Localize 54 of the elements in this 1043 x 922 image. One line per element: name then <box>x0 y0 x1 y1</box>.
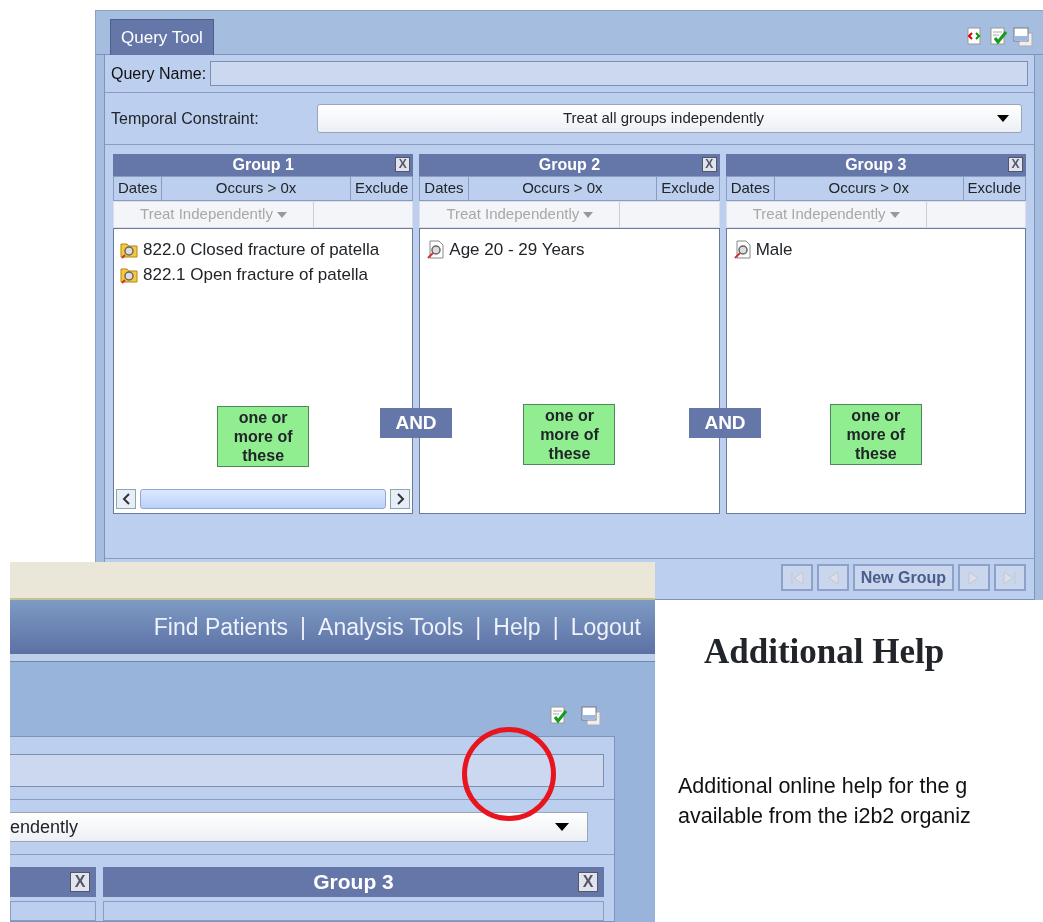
and-connector: AND <box>689 408 761 438</box>
temporal-constraint-label: Temporal Constraint: <box>111 108 259 129</box>
group-title: Group 1 <box>232 155 294 175</box>
concept-item[interactable]: 822.1 Open fracture of patella <box>143 262 368 287</box>
separator: | <box>475 612 482 642</box>
close-button[interactable]: X <box>1008 157 1023 172</box>
group-title: Group 3 <box>313 869 394 896</box>
horizontal-scrollbar[interactable] <box>116 487 411 511</box>
document-icon <box>732 240 752 259</box>
query-tool-tab[interactable]: Query Tool <box>110 18 214 55</box>
caret-icon <box>555 823 569 831</box>
hint-label: one or more of these <box>829 404 922 465</box>
group-title: Group 3 <box>845 155 907 175</box>
column-header[interactable]: Occurs > 0x <box>162 177 351 200</box>
query-name-label: Query Name: <box>111 63 207 84</box>
column-header[interactable]: Occurs > 0x <box>468 177 658 200</box>
temporal-constraint-dropdown[interactable]: endently <box>10 812 588 842</box>
checked-document-icon[interactable] <box>989 26 1007 45</box>
column-header[interactable]: Exclude <box>657 177 719 200</box>
close-button[interactable]: X <box>70 872 90 892</box>
close-button[interactable]: X <box>395 157 411 172</box>
paragraph-line: Additional online help for the g <box>678 773 969 800</box>
close-button[interactable]: X <box>578 872 598 892</box>
paragraph-line: available from the i2b2 organiz <box>678 803 971 830</box>
concept-item[interactable]: 822.0 Closed fracture of patella <box>143 237 380 262</box>
column-header[interactable]: Occurs > 0x <box>774 177 964 200</box>
code-icon[interactable] <box>965 26 983 45</box>
column-header[interactable]: Dates <box>420 177 469 200</box>
caret-icon <box>889 211 900 218</box>
column-header[interactable]: Exclude <box>963 177 1025 200</box>
temporal-constraint-dropdown[interactable]: Treat all groups independently <box>317 104 1022 133</box>
hint-label: one or more of these <box>217 406 310 467</box>
group-title: Group 2 <box>538 155 601 175</box>
windows-icon[interactable] <box>1013 26 1033 47</box>
caret-icon <box>997 115 1009 122</box>
new-group-button[interactable]: New Group <box>852 564 954 591</box>
hint-label: one or more of these <box>523 404 616 465</box>
query-name-field[interactable] <box>10 754 604 787</box>
separator: | <box>300 612 307 642</box>
section-heading: Additional Help <box>704 631 946 673</box>
document-icon <box>426 240 446 259</box>
column-header[interactable]: Dates <box>114 177 163 200</box>
caret-icon <box>583 211 594 218</box>
query-name-field[interactable] <box>210 61 1028 86</box>
column-header[interactable]: Dates <box>726 177 775 200</box>
column-header[interactable]: Exclude <box>350 177 413 200</box>
concept-item[interactable]: Age 20 - 29 Years <box>449 237 585 262</box>
and-connector: AND <box>380 408 452 438</box>
caret-icon <box>276 211 287 218</box>
separator: | <box>552 612 559 642</box>
concept-item[interactable]: Male <box>755 237 793 262</box>
folder-icon <box>120 240 139 259</box>
folder-icon <box>120 265 139 284</box>
close-button[interactable]: X <box>701 157 717 172</box>
